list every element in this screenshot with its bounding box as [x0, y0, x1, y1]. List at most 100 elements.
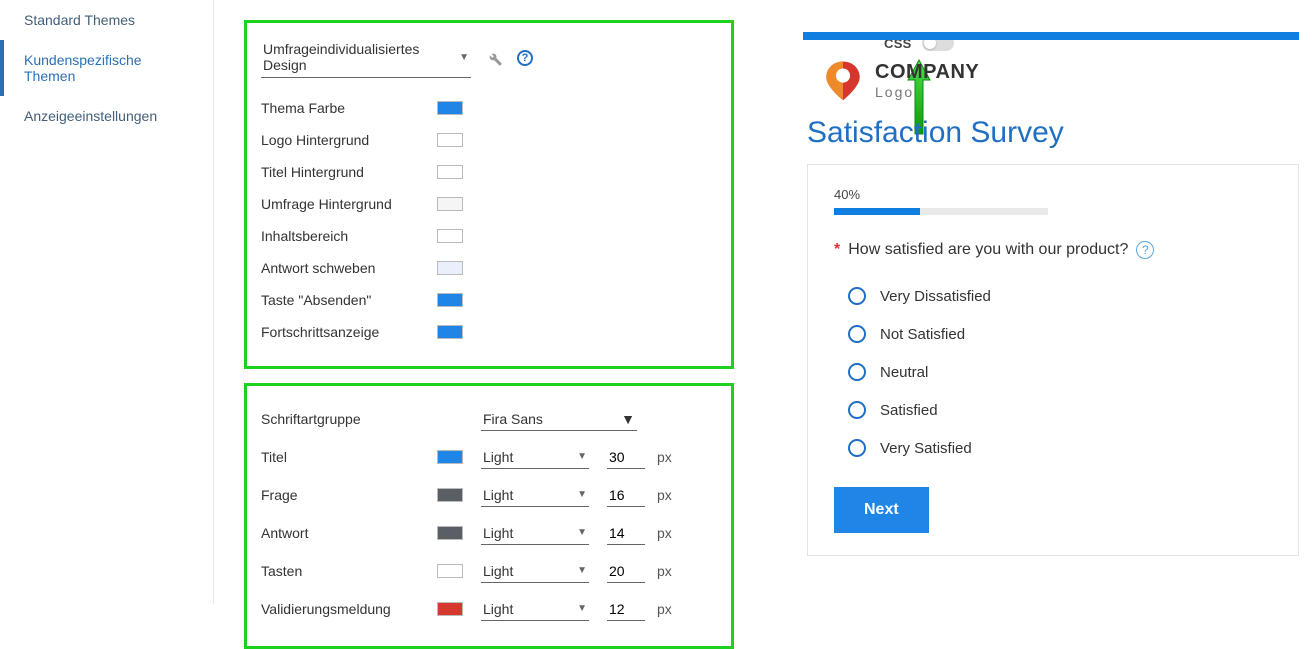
- font-color-swatch[interactable]: [437, 488, 463, 502]
- answer-label: Not Satisfied: [880, 326, 965, 343]
- color-row-label: Logo Hintergrund: [261, 132, 437, 148]
- font-color-swatch[interactable]: [437, 602, 463, 616]
- font-size-unit: px: [657, 563, 672, 579]
- design-panel: CSS Umfrageindividualisiertes Design ▼: [214, 0, 803, 604]
- color-swatch[interactable]: [437, 325, 463, 339]
- radio-icon: [848, 363, 866, 381]
- color-swatch[interactable]: [437, 229, 463, 243]
- font-family-dropdown[interactable]: Fira Sans ▼: [481, 408, 637, 431]
- font-row-label: Antwort: [261, 525, 437, 541]
- radio-icon: [848, 439, 866, 457]
- font-color-swatch[interactable]: [437, 526, 463, 540]
- logo-text-main: COMPANY: [875, 61, 979, 84]
- color-swatch[interactable]: [437, 293, 463, 307]
- color-row: Umfrage Hintergrund: [261, 188, 713, 220]
- font-row: Validierungsmeldung Light ▼ px: [261, 590, 713, 628]
- font-row-label: Titel: [261, 449, 437, 465]
- answer-option[interactable]: Not Satisfied: [848, 315, 1272, 353]
- progress-bar: [834, 208, 1048, 215]
- answer-option[interactable]: Satisfied: [848, 391, 1272, 429]
- font-weight-dropdown[interactable]: Light ▼: [481, 598, 589, 621]
- font-size-input[interactable]: [607, 560, 645, 583]
- chevron-down-icon: ▼: [577, 603, 587, 614]
- color-settings-panel: Umfrageindividualisiertes Design ▼ ? The…: [244, 20, 734, 369]
- wrench-icon[interactable]: [485, 49, 503, 67]
- color-swatch[interactable]: [437, 197, 463, 211]
- sidebar: Standard Themes Kundenspezifische Themen…: [0, 0, 214, 604]
- logo-text-sub: Logo: [875, 84, 979, 100]
- answer-label: Satisfied: [880, 402, 938, 419]
- question-text: How satisfied are you with our product?: [848, 241, 1128, 259]
- color-row-label: Titel Hintergrund: [261, 164, 437, 180]
- color-row-label: Inhaltsbereich: [261, 228, 437, 244]
- color-swatch[interactable]: [437, 261, 463, 275]
- font-size-unit: px: [657, 525, 672, 541]
- font-row-label: Validierungsmeldung: [261, 601, 437, 617]
- color-row: Antwort schweben: [261, 252, 713, 284]
- color-swatch[interactable]: [437, 133, 463, 147]
- font-row: Tasten Light▼ px: [261, 552, 713, 590]
- design-type-dropdown[interactable]: Umfrageindividualisiertes Design ▼: [261, 37, 471, 78]
- sidebar-item-standard-themes[interactable]: Standard Themes: [0, 0, 213, 40]
- survey-title: Satisfaction Survey: [803, 116, 1299, 150]
- font-size-input[interactable]: [607, 446, 645, 469]
- font-weight-value: Light: [483, 601, 513, 617]
- answer-option[interactable]: Very Dissatisfied: [848, 277, 1272, 315]
- font-row-label: Frage: [261, 487, 437, 503]
- answer-label: Very Satisfied: [880, 440, 972, 457]
- color-row: Fortschrittsanzeige: [261, 316, 713, 348]
- help-icon[interactable]: ?: [517, 50, 533, 66]
- preview-top-bar: [803, 32, 1299, 40]
- font-weight-dropdown[interactable]: Light ▼: [481, 484, 589, 507]
- sidebar-item-display-settings[interactable]: Anzeigeeinstellungen: [0, 96, 213, 136]
- chevron-down-icon: ▼: [621, 411, 635, 427]
- color-row: Taste "Absenden": [261, 284, 713, 316]
- next-button[interactable]: Next: [834, 487, 929, 533]
- sidebar-item-custom-themes[interactable]: Kundenspezifische Themen: [0, 40, 213, 96]
- survey-card: 40% * How satisfied are you with our pro…: [807, 164, 1299, 556]
- font-weight-value: Light: [483, 487, 513, 503]
- answer-label: Very Dissatisfied: [880, 288, 991, 305]
- radio-icon: [848, 287, 866, 305]
- color-swatch[interactable]: [437, 101, 463, 115]
- font-size-unit: px: [657, 601, 672, 617]
- color-row-label: Fortschrittsanzeige: [261, 324, 437, 340]
- font-weight-dropdown[interactable]: Light▼: [481, 560, 589, 583]
- design-type-label: Umfrageindividualisiertes Design: [263, 41, 459, 73]
- font-family-value: Fira Sans: [483, 411, 543, 427]
- logo-icon: [821, 58, 865, 102]
- font-size-input[interactable]: [607, 484, 645, 507]
- color-row: Titel Hintergrund: [261, 156, 713, 188]
- font-color-swatch[interactable]: [437, 564, 463, 578]
- progress-label: 40%: [834, 187, 1272, 202]
- color-row: Inhaltsbereich: [261, 220, 713, 252]
- color-swatch[interactable]: [437, 165, 463, 179]
- font-row: Antwort Light ▼ px: [261, 514, 713, 552]
- font-weight-dropdown[interactable]: Light ▼: [481, 522, 589, 545]
- chevron-down-icon: ▼: [577, 451, 587, 462]
- question-help-icon[interactable]: ?: [1136, 241, 1154, 259]
- radio-icon: [848, 325, 866, 343]
- chevron-down-icon: ▼: [459, 52, 469, 63]
- font-weight-value: Light: [483, 449, 513, 465]
- chevron-down-icon: ▼: [577, 489, 587, 500]
- font-weight-dropdown[interactable]: Light ▼: [481, 446, 589, 469]
- font-size-input[interactable]: [607, 598, 645, 621]
- required-asterisk: *: [834, 241, 840, 259]
- answer-option[interactable]: Neutral: [848, 353, 1272, 391]
- font-weight-value: Light: [483, 525, 513, 541]
- survey-preview: COMPANY Logo Satisfaction Survey 40% * H…: [803, 0, 1313, 604]
- radio-icon: [848, 401, 866, 419]
- font-row-label: Tasten: [261, 563, 437, 579]
- answer-option[interactable]: Very Satisfied: [848, 429, 1272, 467]
- color-row-label: Taste "Absenden": [261, 292, 437, 308]
- color-row-label: Umfrage Hintergrund: [261, 196, 437, 212]
- logo: COMPANY Logo: [803, 58, 1299, 102]
- font-size-unit: px: [657, 449, 672, 465]
- font-color-swatch[interactable]: [437, 450, 463, 464]
- answer-label: Neutral: [880, 364, 928, 381]
- chevron-down-icon: ▼: [577, 527, 587, 538]
- font-size-input[interactable]: [607, 522, 645, 545]
- progress-fill: [834, 208, 920, 215]
- color-row: Thema Farbe: [261, 92, 713, 124]
